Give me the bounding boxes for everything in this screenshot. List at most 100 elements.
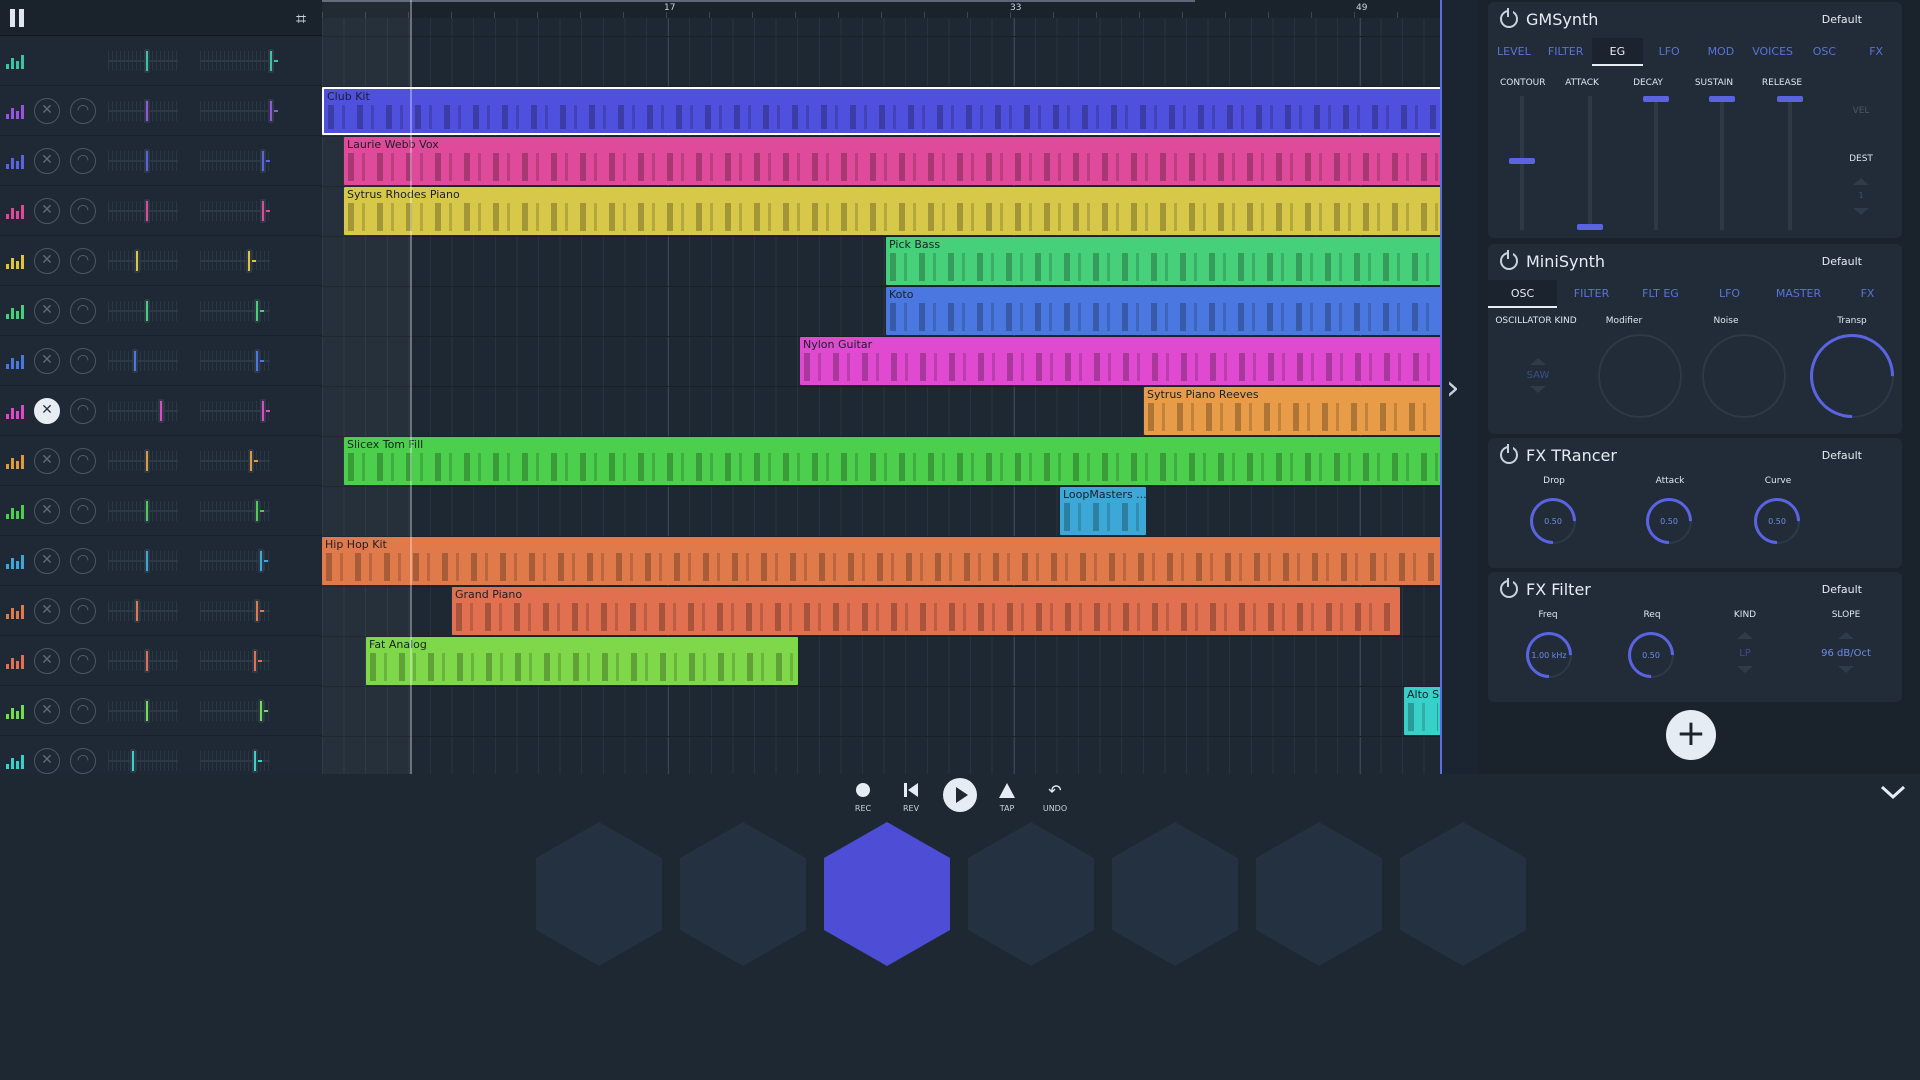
volume-fader[interactable] — [108, 596, 178, 626]
mute-button[interactable]: ✕ — [34, 748, 60, 774]
volume-fader[interactable] — [108, 196, 178, 226]
instrument-icon[interactable] — [6, 351, 24, 369]
drum-pad[interactable] — [680, 822, 806, 966]
pan-fader[interactable] — [200, 46, 278, 76]
pattern-clip[interactable]: Koto — [886, 287, 1442, 335]
crop-icon[interactable]: ⌗ — [296, 9, 306, 30]
modifier-knob[interactable] — [1598, 334, 1682, 418]
pattern-clip[interactable]: Alto S... — [1404, 687, 1442, 735]
pattern-clip[interactable]: Fat Analog — [366, 637, 798, 685]
pattern-clip[interactable]: LoopMasters ... — [1060, 487, 1146, 535]
mute-button[interactable]: ✕ — [34, 198, 60, 224]
track-row[interactable]: ✕ ◠ — [0, 386, 322, 436]
volume-fader[interactable] — [108, 146, 178, 176]
volume-fader[interactable] — [108, 346, 178, 376]
track-row[interactable]: ✕ ◠ — [0, 586, 322, 636]
instrument-icon[interactable] — [6, 651, 24, 669]
track-row[interactable]: ✕ ◠ — [0, 136, 322, 186]
mute-button[interactable]: ✕ — [34, 348, 60, 374]
record-button[interactable]: REC — [843, 778, 883, 813]
track-row[interactable]: ✕ ◠ — [0, 186, 322, 236]
kind-up-arrow[interactable] — [1737, 632, 1753, 639]
track-row[interactable]: ✕ ◠ — [0, 486, 322, 536]
mute-button[interactable]: ✕ — [34, 298, 60, 324]
instrument-icon[interactable] — [6, 401, 24, 419]
undo-button[interactable]: ↶ UNDO — [1035, 778, 1075, 814]
solo-button[interactable]: ◠ — [70, 498, 96, 524]
instrument-icon[interactable] — [6, 301, 24, 319]
volume-fader[interactable] — [108, 96, 178, 126]
noise-knob[interactable] — [1702, 334, 1786, 418]
pan-fader[interactable] — [200, 496, 270, 526]
instrument-icon[interactable] — [6, 551, 24, 569]
pan-fader[interactable] — [200, 646, 270, 676]
solo-button[interactable]: ◠ — [70, 698, 96, 724]
pan-fader[interactable] — [200, 246, 270, 276]
volume-fader[interactable] — [108, 546, 178, 576]
dest-up-arrow[interactable] — [1853, 178, 1869, 185]
mute-button[interactable]: ✕ — [34, 148, 60, 174]
track-row[interactable]: ✕ ◠ — [0, 536, 322, 586]
pattern-clip[interactable]: Sytrus Rhodes Piano — [344, 187, 1442, 235]
volume-fader[interactable] — [108, 496, 178, 526]
instrument-icon[interactable] — [6, 701, 24, 719]
pan-fader[interactable] — [200, 146, 270, 176]
mute-button[interactable]: ✕ — [34, 448, 60, 474]
solo-button[interactable]: ◠ — [70, 348, 96, 374]
dest-down-arrow[interactable] — [1853, 208, 1869, 215]
osc-kind-up-arrow[interactable] — [1530, 358, 1546, 365]
pan-fader[interactable] — [200, 196, 270, 226]
pan-fader[interactable] — [200, 296, 270, 326]
tab-voices[interactable]: VOICES — [1747, 38, 1799, 66]
tab-filter[interactable]: FILTER — [1557, 280, 1626, 308]
volume-fader[interactable] — [108, 446, 178, 476]
chevron-right-icon[interactable]: › — [1446, 370, 1468, 406]
solo-button[interactable]: ◠ — [70, 198, 96, 224]
instrument-icon[interactable] — [6, 251, 24, 269]
attack-slider[interactable] — [1577, 96, 1603, 230]
preset-selector[interactable]: Default — [1822, 255, 1862, 268]
solo-button[interactable]: ◠ — [70, 98, 96, 124]
preset-selector[interactable]: Default — [1822, 449, 1862, 462]
drum-pad[interactable] — [824, 822, 950, 966]
volume-fader[interactable] — [108, 396, 178, 426]
tab-master[interactable]: MASTER — [1764, 280, 1833, 308]
drum-pad[interactable] — [1400, 822, 1526, 966]
instrument-icon[interactable] — [6, 201, 24, 219]
tab-lfo[interactable]: LFO — [1643, 38, 1695, 66]
mute-button[interactable]: ✕ — [34, 98, 60, 124]
instrument-icon[interactable] — [6, 501, 24, 519]
instrument-icon[interactable] — [6, 601, 24, 619]
solo-button[interactable]: ◠ — [70, 598, 96, 624]
pan-fader[interactable] — [200, 96, 278, 126]
track-row[interactable]: ✕ ◠ — [0, 336, 322, 386]
tab-fx[interactable]: FX — [1833, 280, 1902, 308]
contour-slider[interactable] — [1509, 96, 1535, 230]
rewind-button[interactable]: REV — [891, 778, 931, 813]
instrument-icon[interactable] — [6, 751, 24, 769]
track-row[interactable]: ✕ ◠ — [0, 86, 322, 136]
pan-fader[interactable] — [200, 746, 270, 776]
preset-selector[interactable]: Default — [1822, 13, 1862, 26]
solo-button[interactable]: ◠ — [70, 398, 96, 424]
track-row[interactable]: ✕ ◠ — [0, 686, 322, 736]
volume-fader[interactable] — [108, 46, 178, 76]
power-icon[interactable] — [1500, 578, 1518, 598]
power-icon[interactable] — [1500, 444, 1518, 464]
sustain-slider[interactable] — [1709, 96, 1735, 230]
release-slider[interactable] — [1777, 96, 1803, 230]
pattern-clip[interactable]: Slicex Tom Fill — [344, 437, 1442, 485]
track-row[interactable]: ✕ ◠ — [0, 436, 322, 486]
playhead[interactable] — [410, 0, 412, 774]
solo-button[interactable]: ◠ — [70, 248, 96, 274]
power-icon[interactable] — [1500, 8, 1518, 28]
mute-button[interactable]: ✕ — [34, 698, 60, 724]
track-row[interactable] — [0, 36, 322, 86]
pattern-clip[interactable]: Pick Bass — [886, 237, 1442, 285]
mute-button[interactable]: ✕ — [34, 398, 60, 424]
mute-button[interactable]: ✕ — [34, 248, 60, 274]
mute-button[interactable]: ✕ — [34, 598, 60, 624]
pan-fader[interactable] — [200, 546, 270, 576]
track-row[interactable]: ✕ ◠ — [0, 286, 322, 336]
mute-button[interactable]: ✕ — [34, 498, 60, 524]
